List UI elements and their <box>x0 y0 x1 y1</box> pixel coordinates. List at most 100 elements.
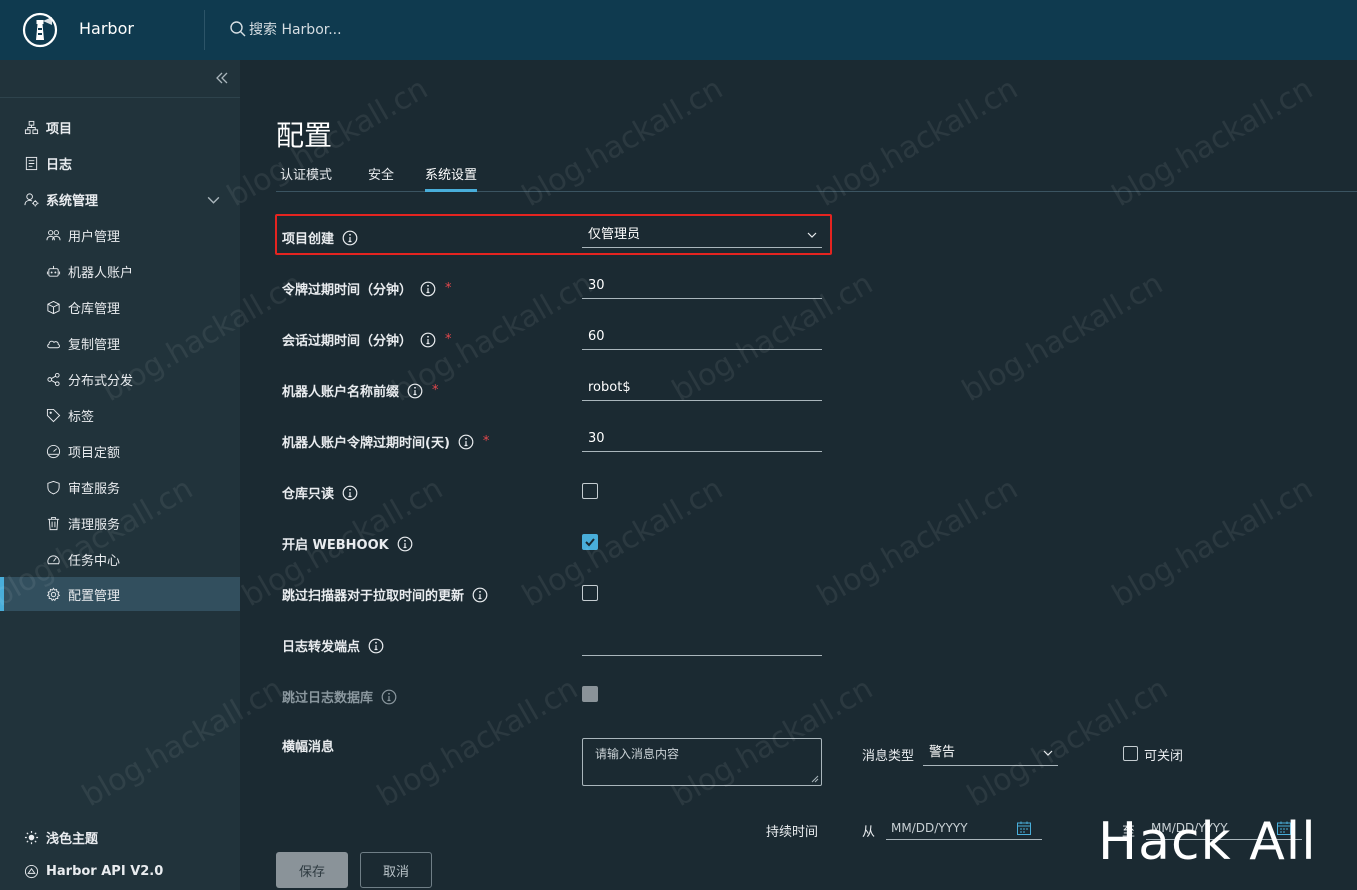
info-icon[interactable] <box>407 383 423 399</box>
textarea-placeholder: 请输入消息内容 <box>595 747 680 761</box>
tab-auth[interactable]: 认证模式 <box>280 166 332 192</box>
info-icon[interactable] <box>472 587 488 603</box>
info-icon[interactable] <box>397 536 413 552</box>
robot-prefix-input[interactable]: robot$ <box>582 375 822 401</box>
field-label: 开启 WEBHOOK <box>282 538 389 553</box>
dashboard-icon <box>47 554 60 564</box>
audit-log-endpoint-label: 日志转发端点 <box>282 636 384 655</box>
start-date-input[interactable]: MM/DD/YYYY <box>886 816 1042 840</box>
gauge-icon <box>46 444 61 458</box>
skip-scanner-checkbox[interactable] <box>582 585 598 601</box>
skip-scanner-label: 跳过扫描器对于拉取时间的更新 <box>282 585 488 604</box>
required-mark: * <box>445 332 452 347</box>
robot-token-expiration-label: 机器人账户令牌过期时间(天) * <box>282 432 489 451</box>
info-icon[interactable] <box>420 281 436 297</box>
sidebar-item-label: 项目 <box>46 121 73 137</box>
audit-log-endpoint-input[interactable] <box>582 630 822 656</box>
resize-grip-icon[interactable] <box>811 775 819 783</box>
shield-icon <box>47 480 60 494</box>
sidebar-item-robot-accounts[interactable]: 机器人账户 <box>0 254 240 288</box>
info-icon[interactable] <box>381 689 397 705</box>
search-icon <box>230 21 246 37</box>
sidebar-item-system-admin[interactable]: 系统管理 <box>0 182 240 216</box>
watermark-text: blog.hackall.cn <box>811 471 1024 614</box>
repo-readonly-label: 仓库只读 <box>282 483 358 502</box>
webhook-label: 开启 WEBHOOK <box>282 534 413 553</box>
required-mark: * <box>432 383 439 398</box>
field-label: 会话过期时间（分钟） <box>282 334 413 349</box>
sidebar-item-distributions[interactable]: 分布式分发 <box>0 362 240 396</box>
collapse-sidebar-icon[interactable] <box>213 69 231 87</box>
gear-icon <box>46 587 61 601</box>
projects-icon <box>24 120 39 134</box>
robot-icon <box>46 265 61 277</box>
sidebar-item-label: 配置管理 <box>68 588 121 604</box>
harbor-api-label: Harbor API V2.0 <box>46 864 164 879</box>
tab-security[interactable]: 安全 <box>368 166 394 192</box>
calendar-icon[interactable] <box>1016 820 1032 836</box>
sidebar-item-project-quotas[interactable]: 项目定额 <box>0 434 240 468</box>
global-search[interactable]: 搜索 Harbor... <box>229 19 342 39</box>
watermark-text: blog.hackall.cn <box>371 671 584 814</box>
sidebar-item-users[interactable]: 用户管理 <box>0 218 240 252</box>
search-placeholder: 搜索 Harbor... <box>249 22 342 38</box>
watermark-text: blog.hackall.cn <box>956 266 1169 409</box>
banner-message-textarea[interactable]: 请输入消息内容 <box>582 738 822 786</box>
sidebar-item-registries[interactable]: 仓库管理 <box>0 290 240 324</box>
token-expiration-input[interactable]: 30 <box>582 273 822 299</box>
closable-label: 可关闭 <box>1144 749 1184 764</box>
sidebar-item-label: 用户管理 <box>68 229 121 245</box>
skip-audit-log-db-label: 跳过日志数据库 <box>282 687 397 706</box>
users-icon <box>46 229 61 240</box>
sun-icon <box>24 830 39 845</box>
harbor-logo-icon[interactable] <box>22 12 58 48</box>
save-button[interactable]: 保存 <box>276 852 348 888</box>
sidebar-item-job-service[interactable]: 任务中心 <box>0 542 240 576</box>
sidebar-item-replications[interactable]: 复制管理 <box>0 326 240 360</box>
sidebar-item-projects[interactable]: 项目 <box>0 110 240 144</box>
required-mark: * <box>482 434 490 449</box>
sidebar-item-clean-up[interactable]: 清理服务 <box>0 506 240 540</box>
repo-readonly-checkbox[interactable] <box>582 483 598 499</box>
sidebar-item-label: 项目定额 <box>68 445 121 461</box>
field-label: 仓库只读 <box>282 487 335 502</box>
hack-all-watermark: Hack All <box>1098 812 1317 872</box>
info-icon[interactable] <box>368 638 384 654</box>
info-icon[interactable] <box>458 434 474 450</box>
field-label: 跳过扫描器对于拉取时间的更新 <box>282 589 465 604</box>
session-timeout-input[interactable]: 60 <box>582 324 822 350</box>
sidebar-item-logs[interactable]: 日志 <box>0 146 240 180</box>
watermark-text: blog.hackall.cn <box>1106 471 1319 614</box>
sidebar-item-interrogation[interactable]: 审查服务 <box>0 470 240 504</box>
watermark-text: blog.hackall.cn <box>811 71 1024 214</box>
closable-checkbox[interactable] <box>1123 746 1138 761</box>
select-value: 警告 <box>929 745 956 760</box>
chevron-down-icon <box>807 232 817 238</box>
webhook-checkbox[interactable] <box>582 534 598 550</box>
brand-name[interactable]: Harbor <box>79 19 134 38</box>
project-creation-select[interactable]: 仅管理员 <box>582 222 822 248</box>
sidebar-item-labels[interactable]: 标签 <box>0 398 240 432</box>
top-header: Harbor 搜索 Harbor... <box>0 0 1357 60</box>
sidebar-item-label: 系统管理 <box>46 193 99 209</box>
info-icon[interactable] <box>342 485 358 501</box>
sidebar-item-label: 审查服务 <box>68 481 121 497</box>
robot-token-expiration-input[interactable]: 30 <box>582 426 822 452</box>
chevron-down-icon[interactable] <box>206 192 221 207</box>
api-icon <box>24 864 39 879</box>
logs-icon <box>25 156 38 170</box>
theme-toggle[interactable]: 浅色主题 <box>24 828 98 847</box>
cancel-button[interactable]: 取消 <box>360 852 432 888</box>
harbor-api-link[interactable]: Harbor API V2.0 <box>24 864 163 879</box>
page-title: 配置 <box>276 119 333 152</box>
sidebar-item-configuration[interactable]: 配置管理 <box>0 577 240 611</box>
sidebar-item-label: 复制管理 <box>68 337 121 353</box>
watermark-text: blog.hackall.cn <box>516 471 729 614</box>
theme-toggle-label: 浅色主题 <box>46 832 99 847</box>
info-icon[interactable] <box>420 332 436 348</box>
required-mark: * <box>445 281 452 296</box>
message-type-select[interactable]: 警告 <box>923 740 1058 766</box>
tab-system-settings[interactable]: 系统设置 <box>425 166 478 192</box>
info-icon[interactable] <box>342 230 358 246</box>
token-expiration-label: 令牌过期时间（分钟） * <box>282 279 452 298</box>
